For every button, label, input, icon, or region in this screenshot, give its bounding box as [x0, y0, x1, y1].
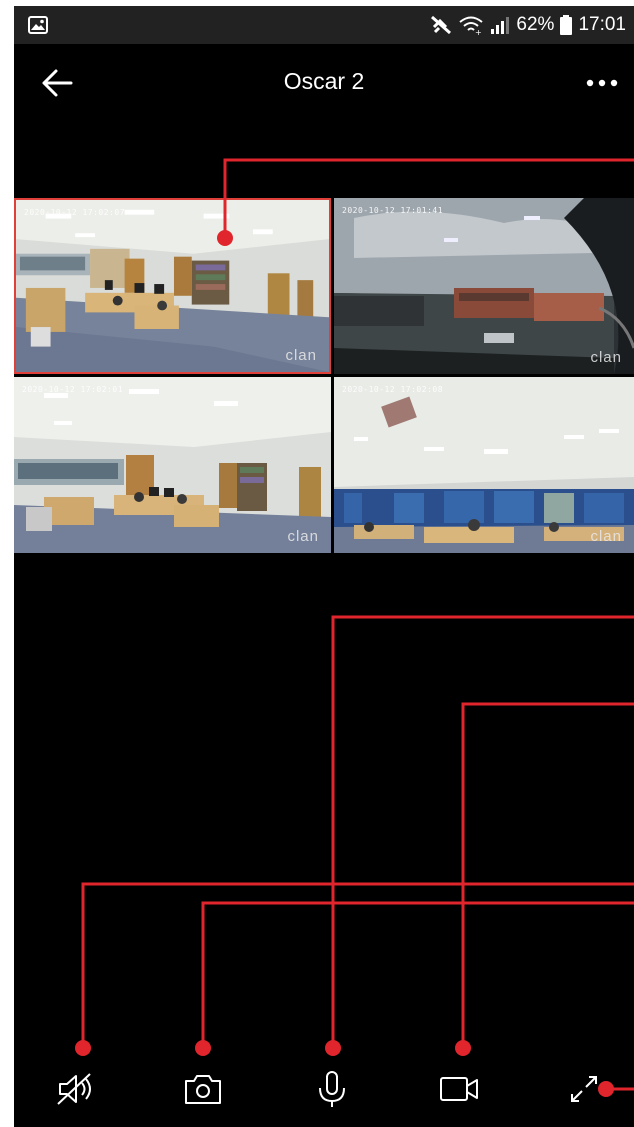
- svg-text:+: +: [475, 28, 482, 35]
- mute-icon: [431, 15, 452, 35]
- camera-timestamp: 2020-10-12 17:02:07: [24, 208, 126, 217]
- status-icons: + 62% 17:01: [430, 6, 626, 44]
- camera-tile-3[interactable]: 2020-10-12 17:02:01 clan: [14, 377, 331, 553]
- camera-tile-4[interactable]: 2020-10-12 17:02:08 clan: [334, 377, 634, 553]
- microphone-icon: [319, 1071, 345, 1107]
- camera-timestamp: 2020-10-12 17:02:08: [342, 385, 444, 394]
- camera-feed-office-image: [16, 200, 329, 372]
- page-title: Oscar 2: [283, 68, 365, 94]
- wifi-icon: +: [459, 16, 484, 35]
- battery-percent: 62%: [516, 14, 555, 35]
- camera-timestamp: 2020-10-12 17:01:41: [342, 206, 444, 215]
- status-bar: + 62% 17:01: [14, 6, 634, 44]
- camera-timestamp: 2020-10-12 17:02:01: [22, 385, 124, 394]
- battery-icon: [560, 15, 573, 35]
- record-video-button[interactable]: [436, 1068, 482, 1110]
- camera-feed-office-image: [14, 377, 331, 553]
- speaker-mute-icon: [57, 1073, 91, 1105]
- camera-watermark: clan: [590, 528, 622, 545]
- fullscreen-button[interactable]: [564, 1068, 610, 1110]
- clock: 17:01: [578, 14, 626, 35]
- camera-feed-office-image: [334, 377, 634, 553]
- signal-icon: [491, 17, 510, 34]
- app-header: Oscar 2: [14, 44, 634, 124]
- camera-tile-1[interactable]: 2020-10-12 17:02:07 clan: [14, 198, 331, 374]
- camera-watermark: clan: [287, 528, 319, 545]
- speaker-mute-button[interactable]: [54, 1068, 100, 1110]
- fullscreen-icon: [571, 1076, 597, 1102]
- more-dots-icon[interactable]: [582, 68, 622, 98]
- camera-feed-outdoor-image: [334, 198, 634, 374]
- app-screen: + 62% 17:01 Oscar 2 2020-10-12 17:02:07 …: [14, 6, 634, 1127]
- camera-watermark: clan: [285, 347, 317, 364]
- image-icon: [28, 16, 48, 34]
- camera-tile-2[interactable]: 2020-10-12 17:01:41 clan: [334, 198, 634, 374]
- camera-watermark: clan: [590, 349, 622, 366]
- camera-snapshot-icon: [185, 1075, 221, 1104]
- microphone-button[interactable]: [309, 1068, 355, 1110]
- video-record-icon: [440, 1077, 478, 1101]
- snapshot-button[interactable]: [180, 1068, 226, 1110]
